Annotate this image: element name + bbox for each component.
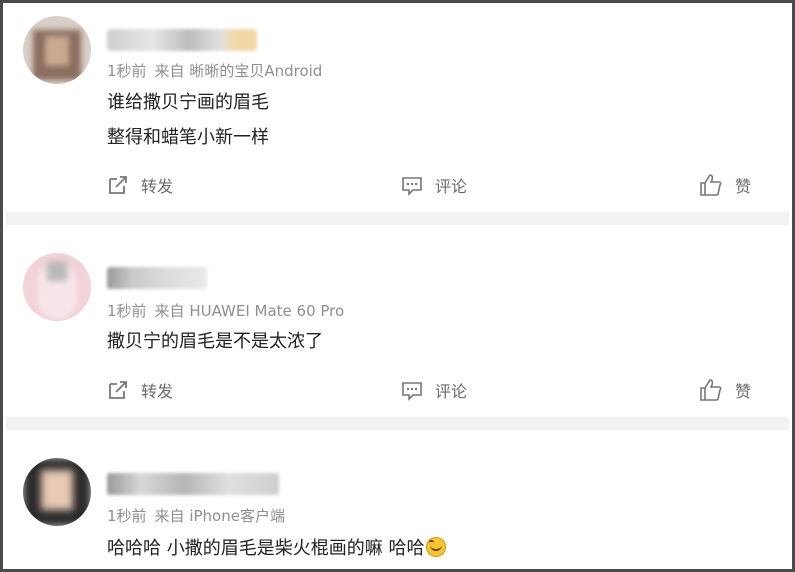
laughing-emoji-icon xyxy=(426,537,447,557)
like-label: 赞 xyxy=(735,382,752,401)
username-blurred[interactable] xyxy=(107,29,257,51)
avatar[interactable] xyxy=(23,16,91,84)
post-time[interactable]: 1秒前 xyxy=(107,62,147,80)
post-meta: 1秒前 来自 iPhone客户端 xyxy=(107,505,293,526)
post-source[interactable]: 来自 HUAWEI Mate 60 Pro xyxy=(155,302,345,320)
thumbs-up-icon xyxy=(700,379,722,401)
thumbs-up-icon xyxy=(700,174,722,196)
post-source[interactable]: 来自 iPhone客户端 xyxy=(155,507,285,525)
username-blurred[interactable] xyxy=(107,267,207,289)
comment-icon xyxy=(402,177,422,196)
like-button[interactable]: 赞 xyxy=(699,173,751,197)
comment-button[interactable]: 评论 xyxy=(401,378,467,402)
post-text-line: 撒贝宁的眉毛是不是太浓了 xyxy=(107,331,323,352)
comment-feed: 1秒前 来自 晰晰的宝贝Android 谁给撒贝宁画的眉毛 整得和蜡笔小新一样 转… xyxy=(0,0,795,572)
comment-label: 评论 xyxy=(435,382,468,401)
post-time[interactable]: 1秒前 xyxy=(107,302,147,320)
repost-icon xyxy=(109,381,127,399)
repost-button[interactable]: 转发 xyxy=(107,173,173,197)
post-meta: 1秒前 来自 晰晰的宝贝Android xyxy=(107,60,330,81)
post-separator xyxy=(6,417,789,430)
username-blurred[interactable] xyxy=(107,473,279,495)
like-label: 赞 xyxy=(735,177,752,196)
repost-label: 转发 xyxy=(141,382,174,401)
post-time[interactable]: 1秒前 xyxy=(107,507,147,525)
comment-button[interactable]: 评论 xyxy=(401,173,467,197)
comment-label: 评论 xyxy=(435,177,468,196)
comment-icon xyxy=(402,382,422,401)
avatar[interactable] xyxy=(23,458,91,526)
avatar[interactable] xyxy=(23,253,91,321)
post-text-line: 整得和蜡笔小新一样 xyxy=(107,127,269,148)
post-text-line: 哈哈哈 小撒的眉毛是柴火棍画的嘛 哈哈 xyxy=(107,534,447,560)
post-source[interactable]: 来自 晰晰的宝贝Android xyxy=(155,62,323,80)
repost-button[interactable]: 转发 xyxy=(107,378,173,402)
post-meta: 1秒前 来自 HUAWEI Mate 60 Pro xyxy=(107,300,352,321)
post-text: 哈哈哈 小撒的眉毛是柴火棍画的嘛 哈哈 xyxy=(107,538,425,559)
like-button[interactable]: 赞 xyxy=(699,378,751,402)
repost-icon xyxy=(109,176,127,194)
repost-label: 转发 xyxy=(141,177,174,196)
post-separator xyxy=(6,212,789,225)
post-text-line: 谁给撒贝宁画的眉毛 xyxy=(107,92,269,113)
